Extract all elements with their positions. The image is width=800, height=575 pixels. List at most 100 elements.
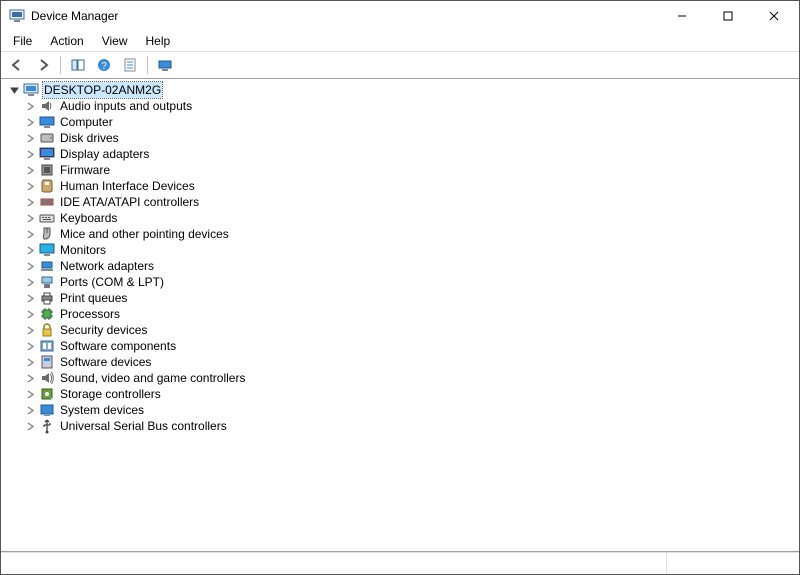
status-left: [7, 553, 667, 574]
category-label: IDE ATA/ATAPI controllers: [59, 194, 200, 210]
category-label: Software devices: [59, 354, 152, 370]
chevron-right-icon[interactable]: [23, 179, 37, 193]
tree-category-node[interactable]: Keyboards: [23, 210, 793, 226]
category-label: Disk drives: [59, 130, 120, 146]
tree-category-node[interactable]: IDE ATA/ATAPI controllers: [23, 194, 793, 210]
titlebar: Device Manager: [1, 1, 799, 31]
tree-category-node[interactable]: Mice and other pointing devices: [23, 226, 793, 242]
tree-category-node[interactable]: Disk drives: [23, 130, 793, 146]
category-label: Audio inputs and outputs: [59, 98, 193, 114]
chevron-right-icon[interactable]: [23, 99, 37, 113]
tree-category-node[interactable]: Processors: [23, 306, 793, 322]
ports-icon: [39, 274, 55, 290]
chevron-right-icon[interactable]: [23, 243, 37, 257]
root-label: DESKTOP-02ANM2G: [43, 82, 162, 98]
category-label: Monitors: [59, 242, 107, 258]
maximize-button[interactable]: [705, 1, 751, 31]
chevron-right-icon[interactable]: [23, 355, 37, 369]
monitor-icon: [39, 242, 55, 258]
toolbar: ?: [1, 51, 799, 79]
ide-icon: [39, 194, 55, 210]
chevron-right-icon[interactable]: [23, 163, 37, 177]
network-icon: [39, 258, 55, 274]
category-label: Computer: [59, 114, 114, 130]
tree-category-node[interactable]: Security devices: [23, 322, 793, 338]
menu-file[interactable]: File: [5, 32, 40, 50]
computer-node-icon: [23, 82, 39, 98]
menu-action[interactable]: Action: [42, 32, 91, 50]
tree-category-node[interactable]: System devices: [23, 402, 793, 418]
software-comp-icon: [39, 338, 55, 354]
category-label: Keyboards: [59, 210, 118, 226]
hid-icon: [39, 178, 55, 194]
status-right: [673, 553, 793, 574]
chevron-right-icon[interactable]: [23, 307, 37, 321]
show-hide-console-button[interactable]: [66, 54, 90, 76]
disk-icon: [39, 130, 55, 146]
audio-icon: [39, 98, 55, 114]
category-label: Processors: [59, 306, 121, 322]
device-tree[interactable]: DESKTOP-02ANM2G Audio inputs and outputs…: [1, 79, 799, 552]
chevron-right-icon[interactable]: [23, 419, 37, 433]
tree-category-node[interactable]: Storage controllers: [23, 386, 793, 402]
sound-icon: [39, 370, 55, 386]
printer-icon: [39, 290, 55, 306]
toolbar-separator: [147, 56, 148, 74]
computer-icon: [39, 114, 55, 130]
category-label: Display adapters: [59, 146, 150, 162]
tree-category-node[interactable]: Software components: [23, 338, 793, 354]
statusbar: [1, 552, 799, 574]
tree-root-node[interactable]: DESKTOP-02ANM2G: [7, 82, 793, 98]
tree-category-node[interactable]: Network adapters: [23, 258, 793, 274]
category-label: Print queues: [59, 290, 128, 306]
chevron-right-icon[interactable]: [23, 291, 37, 305]
category-label: Mice and other pointing devices: [59, 226, 230, 242]
help-button[interactable]: ?: [92, 54, 116, 76]
chevron-right-icon[interactable]: [23, 371, 37, 385]
tree-category-node[interactable]: Monitors: [23, 242, 793, 258]
category-label: Software components: [59, 338, 177, 354]
forward-button[interactable]: [31, 54, 55, 76]
mouse-icon: [39, 226, 55, 242]
back-button[interactable]: [5, 54, 29, 76]
security-icon: [39, 322, 55, 338]
tree-category-node[interactable]: Software devices: [23, 354, 793, 370]
chevron-down-icon[interactable]: [7, 83, 21, 97]
category-label: Storage controllers: [59, 386, 162, 402]
tree-category-node[interactable]: Sound, video and game controllers: [23, 370, 793, 386]
tree-category-node[interactable]: Computer: [23, 114, 793, 130]
tree-category-node[interactable]: Ports (COM & LPT): [23, 274, 793, 290]
tree-category-node[interactable]: Display adapters: [23, 146, 793, 162]
menu-view[interactable]: View: [94, 32, 136, 50]
chevron-right-icon[interactable]: [23, 147, 37, 161]
tree-category-node[interactable]: Universal Serial Bus controllers: [23, 418, 793, 434]
category-label: Ports (COM & LPT): [59, 274, 165, 290]
chevron-right-icon[interactable]: [23, 403, 37, 417]
display-icon: [39, 146, 55, 162]
minimize-button[interactable]: [659, 1, 705, 31]
chevron-right-icon[interactable]: [23, 227, 37, 241]
close-button[interactable]: [751, 1, 797, 31]
storage-icon: [39, 386, 55, 402]
chevron-right-icon[interactable]: [23, 323, 37, 337]
tree-category-node[interactable]: Print queues: [23, 290, 793, 306]
chevron-right-icon[interactable]: [23, 259, 37, 273]
chevron-right-icon[interactable]: [23, 387, 37, 401]
chevron-right-icon[interactable]: [23, 131, 37, 145]
usb-icon: [39, 418, 55, 434]
firmware-icon: [39, 162, 55, 178]
tree-category-node[interactable]: Human Interface Devices: [23, 178, 793, 194]
scan-hardware-button[interactable]: [153, 54, 177, 76]
keyboard-icon: [39, 210, 55, 226]
chevron-right-icon[interactable]: [23, 115, 37, 129]
system-icon: [39, 402, 55, 418]
chevron-right-icon[interactable]: [23, 211, 37, 225]
menu-help[interactable]: Help: [138, 32, 179, 50]
chevron-right-icon[interactable]: [23, 339, 37, 353]
chevron-right-icon[interactable]: [23, 195, 37, 209]
tree-category-node[interactable]: Audio inputs and outputs: [23, 98, 793, 114]
tree-category-node[interactable]: Firmware: [23, 162, 793, 178]
properties-button[interactable]: [118, 54, 142, 76]
category-label: Universal Serial Bus controllers: [59, 418, 228, 434]
chevron-right-icon[interactable]: [23, 275, 37, 289]
